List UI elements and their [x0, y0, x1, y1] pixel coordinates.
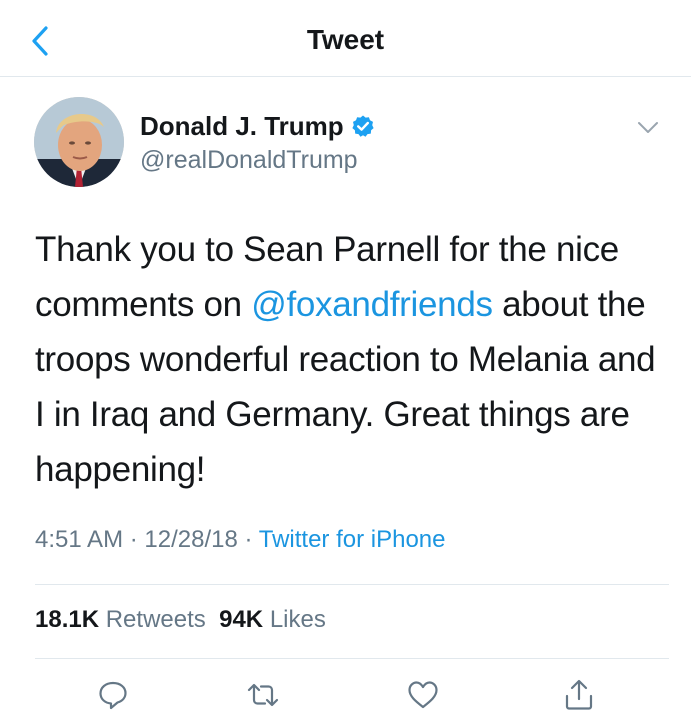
reply-icon[interactable]: [96, 678, 130, 712]
display-name[interactable]: Donald J. Trump: [140, 111, 344, 142]
tweet-date: 12/28/18: [144, 526, 238, 553]
retweets-count: 18.1K: [35, 606, 100, 633]
retweet-icon[interactable]: [246, 678, 280, 712]
tweet-meta: 4:51 AM · 12/28/18 · Twitter for iPhone: [35, 526, 445, 554]
likes-stat[interactable]: 94K Likes: [219, 606, 326, 633]
tweet-time: 4:51 AM: [35, 526, 124, 553]
avatar[interactable]: [34, 97, 124, 187]
divider: [35, 584, 669, 585]
page-title: Tweet: [306, 24, 385, 55]
likes-label: Likes: [269, 606, 326, 633]
meta-separator: ·: [244, 526, 253, 553]
author-name-row[interactable]: Donald J. Trump: [140, 110, 375, 142]
mention-link[interactable]: @foxandfriends: [251, 285, 493, 324]
likes-count: 94K: [219, 606, 264, 633]
retweets-label: Retweets: [105, 606, 206, 633]
top-bar: Tweet: [0, 0, 691, 77]
heart-icon[interactable]: [406, 678, 440, 712]
user-handle[interactable]: @realDonaldTrump: [140, 146, 358, 175]
engagement-stats: 18.1K Retweets 94K Likes: [35, 606, 326, 634]
tweet-source-link[interactable]: Twitter for iPhone: [259, 526, 446, 553]
chevron-down-icon[interactable]: [636, 118, 660, 138]
action-bar: [0, 672, 691, 716]
meta-separator: ·: [129, 526, 138, 553]
verified-badge-icon: [352, 115, 374, 137]
divider: [35, 658, 669, 659]
share-icon[interactable]: [562, 678, 596, 712]
retweets-stat[interactable]: 18.1K Retweets: [35, 606, 206, 633]
avatar-image: [34, 97, 124, 187]
tweet-text: Thank you to Sean Parnell for the nice c…: [35, 222, 665, 497]
